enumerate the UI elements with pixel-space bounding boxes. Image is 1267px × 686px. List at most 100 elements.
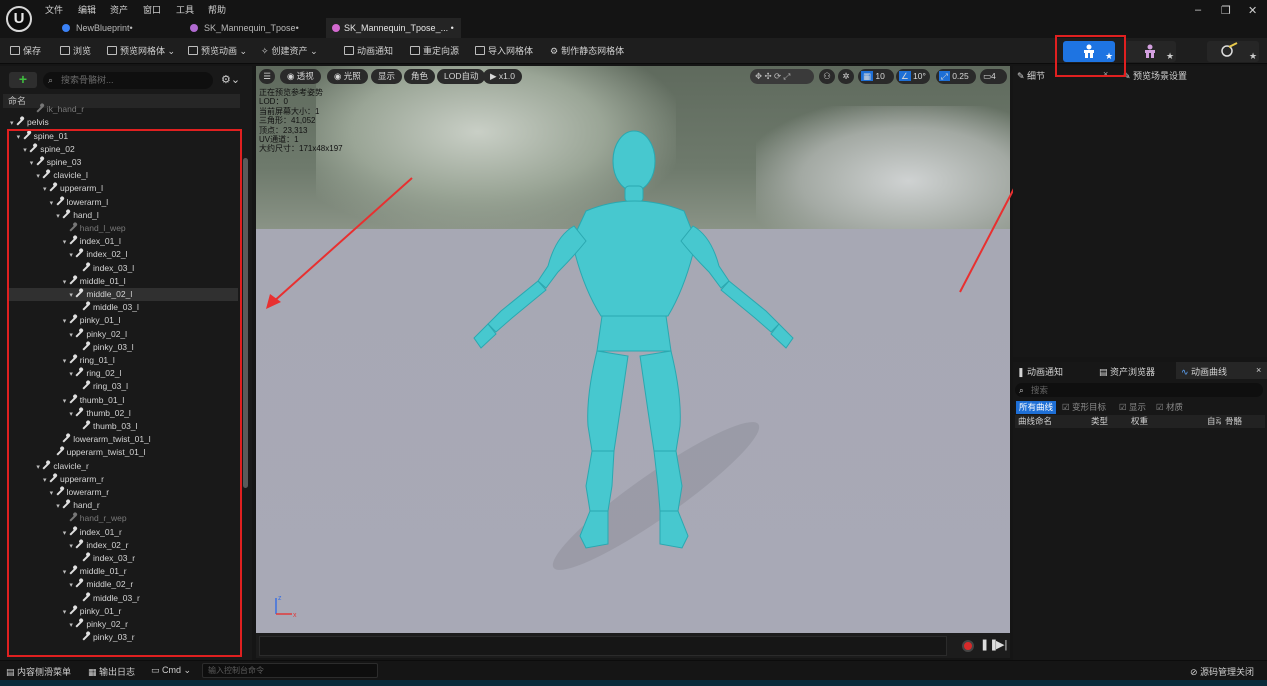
preview-anim-button[interactable]: 预览动画 ⌄ — [188, 44, 247, 57]
menu-edit[interactable]: 编辑 — [78, 3, 96, 16]
create-asset-icon: ✧ — [261, 46, 269, 56]
lighting-label: 光照 — [343, 71, 361, 81]
camera-speed-button[interactable]: ▭4 — [980, 69, 1007, 84]
curve-search-input[interactable]: ⌕ 搜索 — [1015, 383, 1263, 397]
tab-sk-mannequin-tpose-active[interactable]: SK_Mannequin_Tpose_... • × — [326, 18, 461, 53]
skeleton-mode-button[interactable]: ★ — [1124, 41, 1176, 62]
stat-line: 大约尺寸：171x48x197 — [259, 144, 343, 154]
anim-curves-panel: ❚ 动画通知 ▤ 资产浏览器 ∿ 动画曲线 × ⌕ 搜索 所有曲线 ☑ 变形目标… — [1013, 362, 1267, 660]
lod-auto-button[interactable]: LOD自动 — [437, 69, 486, 84]
tab-asset-browser[interactable]: ▤ 资产浏览器 — [1099, 365, 1155, 378]
world-local-icon[interactable]: ✲ — [838, 69, 854, 84]
record-button[interactable] — [962, 640, 974, 652]
blueprint-icon — [62, 24, 70, 32]
scale-snap-button[interactable]: ⤢ 0.25 — [936, 69, 976, 84]
grid-snap-button[interactable]: ▦ 10 — [858, 69, 894, 84]
close-icon[interactable]: ✕ — [1248, 4, 1257, 17]
create-asset-button[interactable]: ✧ 创建资产 ⌄ — [261, 44, 318, 57]
source-control-icon: ⊘ — [1190, 667, 1201, 677]
angle-icon: ∠ — [899, 71, 911, 81]
create-asset-label: 创建资产 — [271, 46, 308, 56]
menu-help[interactable]: 帮助 — [208, 3, 226, 16]
show-button[interactable]: 显示 — [371, 69, 403, 84]
add-bone-button[interactable]: + — [9, 72, 37, 88]
menu-window[interactable]: 窗口 — [143, 3, 161, 16]
settings-gear-icon[interactable]: ⚙⌄ — [221, 73, 240, 86]
col-bone[interactable]: 骨骼 — [1225, 415, 1242, 428]
output-log-button[interactable]: ▦ 输出日志 — [88, 665, 135, 678]
bone-row[interactable]: ▾ pelvis — [8, 116, 238, 129]
filter-all-curves[interactable]: 所有曲线 — [1016, 401, 1057, 414]
menu-asset[interactable]: 资产 — [110, 3, 128, 16]
retarget-source-button[interactable]: 重定向源 — [410, 44, 459, 57]
filter-morph-target[interactable]: ☑ 变形目标 — [1059, 401, 1109, 414]
animation-mode-icon: ★ — [1221, 42, 1257, 61]
play-icon: ▶ — [490, 71, 499, 81]
console-command-input[interactable]: 输入控制台命令 — [202, 663, 378, 678]
minimize-icon[interactable]: – — [1195, 4, 1201, 16]
tab-sk-mannequin-tpose[interactable]: SK_Mannequin_Tpose• — [190, 18, 320, 38]
stat-line: 三角形：41,052 — [259, 116, 316, 126]
preview-viewport[interactable]: ☰ ◉ 透视 ◉ 光照 显示 角色 LOD自动 ▶ x1.0 ✥ ✣ ⟳ ⤢ ⚇… — [256, 66, 1010, 633]
bone-row[interactable]: ik_hand_r — [8, 103, 238, 116]
svg-text:z: z — [278, 595, 282, 602]
scale-icon: ⤢ — [939, 71, 950, 81]
filter-label: 显示 — [1128, 402, 1146, 412]
step-forward-icon[interactable]: ▶| — [996, 638, 1007, 651]
drawer-icon: ▤ — [6, 667, 18, 677]
make-static-mesh-button[interactable]: ⚙ 制作静态网格体 — [550, 44, 624, 57]
bone-icon — [36, 105, 44, 113]
skeleton-search-input[interactable]: ⌕ 搜索骨骼树... — [43, 72, 213, 89]
stat-line: LOD：0 — [259, 97, 288, 107]
cmd-dropdown[interactable]: ▭ Cmd ⌄ — [151, 665, 191, 676]
filter-show[interactable]: ☑ 显示 — [1116, 401, 1149, 414]
unreal-logo-icon[interactable]: U — [6, 6, 32, 32]
curve-icon: ∿ — [1181, 367, 1192, 377]
browse-button[interactable]: 浏览 — [60, 44, 91, 57]
character-label: 角色 — [411, 71, 429, 81]
content-drawer-button[interactable]: ▤ 内容侧滑菜单 — [6, 665, 71, 678]
tree-scrollbar[interactable] — [243, 158, 248, 488]
character-button[interactable]: 角色 — [404, 69, 436, 84]
tab-anim-notify[interactable]: ❚ 动画通知 — [1017, 365, 1063, 378]
anim-notify-button[interactable]: 动画通知 — [344, 44, 393, 57]
curves-close-icon[interactable]: × — [1256, 365, 1261, 375]
tab-label: 动画通知 — [1027, 367, 1064, 377]
col-curve-name[interactable]: 曲线命名 — [1018, 415, 1052, 428]
browse-label: 浏览 — [73, 46, 92, 56]
rotation-snap-value: 10° — [913, 71, 926, 81]
details-icon: ✎ — [1017, 71, 1028, 81]
source-control-button[interactable]: ⊘ 源码管理关闭 — [1190, 665, 1254, 678]
mesh-icon — [107, 46, 117, 55]
skeleton-tree-header: + ⌕ 搜索骨骼树... ⚙⌄ — [3, 70, 247, 90]
maximize-icon[interactable]: ❐ — [1221, 4, 1231, 17]
lighting-button[interactable]: ◉ 光照 — [327, 69, 368, 84]
tab-preview-scene-settings[interactable]: ✎ 预览场景设置 — [1123, 69, 1187, 82]
search-placeholder: 搜索 — [1031, 385, 1049, 395]
filter-material[interactable]: ☑ 材质 — [1153, 401, 1186, 414]
col-weight[interactable]: 权重 — [1131, 415, 1148, 428]
import-mesh-button[interactable]: 导入网格体 — [475, 44, 533, 57]
menu-file[interactable]: 文件 — [45, 3, 63, 16]
col-type[interactable]: 类型 — [1091, 415, 1108, 428]
stat-line: 当前屏幕大小：1 — [259, 106, 320, 116]
cmd-label: Cmd — [162, 665, 182, 675]
transform-tools[interactable]: ✥ ✣ ⟳ ⤢ — [750, 69, 814, 84]
preview-mesh-button[interactable]: 预览网格体 ⌄ — [107, 44, 175, 57]
tab-anim-curves[interactable]: ∿ 动画曲线 × — [1176, 362, 1267, 379]
save-button[interactable]: 保存 — [10, 44, 41, 57]
col-auto[interactable]: 自动 — [1207, 415, 1221, 428]
search-icon: ⌕ — [1019, 385, 1024, 395]
mannequin-model — [473, 130, 794, 570]
animation-mode-button[interactable]: ★ — [1207, 41, 1259, 62]
tab-details[interactable]: ✎ 细节 — [1017, 69, 1045, 82]
rotation-snap-button[interactable]: ∠ 10° — [896, 69, 930, 84]
perspective-button[interactable]: ◉ 透视 — [280, 69, 321, 84]
menu-tools[interactable]: 工具 — [176, 3, 194, 16]
timeline-track[interactable] — [259, 636, 947, 656]
playback-speed-button[interactable]: ▶ x1.0 — [483, 69, 522, 84]
viewport-menu-button[interactable]: ☰ — [259, 69, 275, 84]
camera-speed-value: 4 — [991, 71, 996, 81]
tab-newblueprint[interactable]: NewBlueprint• — [62, 18, 180, 38]
surface-snap-icon[interactable]: ⚇ — [819, 69, 835, 84]
